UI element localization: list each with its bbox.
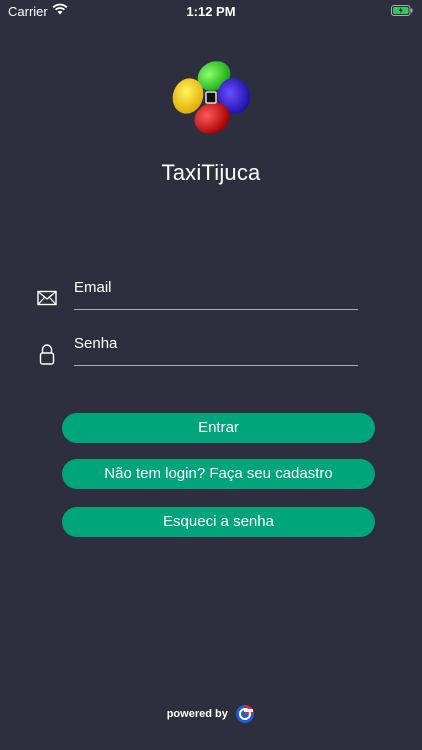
email-input-label[interactable]: Email (74, 279, 112, 296)
forgot-password-button[interactable]: Esqueci a senha (62, 507, 375, 537)
lock-icon (39, 344, 55, 365)
app-title: TaxiTijuca (161, 160, 261, 185)
password-field[interactable]: Senha (36, 333, 358, 373)
taxi-tijuca-logo (172, 61, 251, 134)
signup-button[interactable]: Não tem login? Faça seu cadastro (62, 459, 375, 489)
battery-charging-icon (391, 5, 413, 16)
login-button[interactable]: Entrar (62, 413, 375, 443)
brand-logo-icon[interactable] (235, 704, 255, 724)
email-field[interactable]: Email (36, 277, 358, 317)
password-underline (74, 365, 358, 366)
email-underline (74, 309, 358, 310)
status-bar: Carrier 1:12 PM (0, 0, 422, 22)
envelope-icon (37, 290, 57, 306)
clock-time: 1:12 PM (186, 4, 236, 19)
password-input-label[interactable]: Senha (74, 335, 117, 352)
powered-by-footer: powered by (0, 704, 422, 724)
powered-by-label: powered by (166, 708, 228, 720)
